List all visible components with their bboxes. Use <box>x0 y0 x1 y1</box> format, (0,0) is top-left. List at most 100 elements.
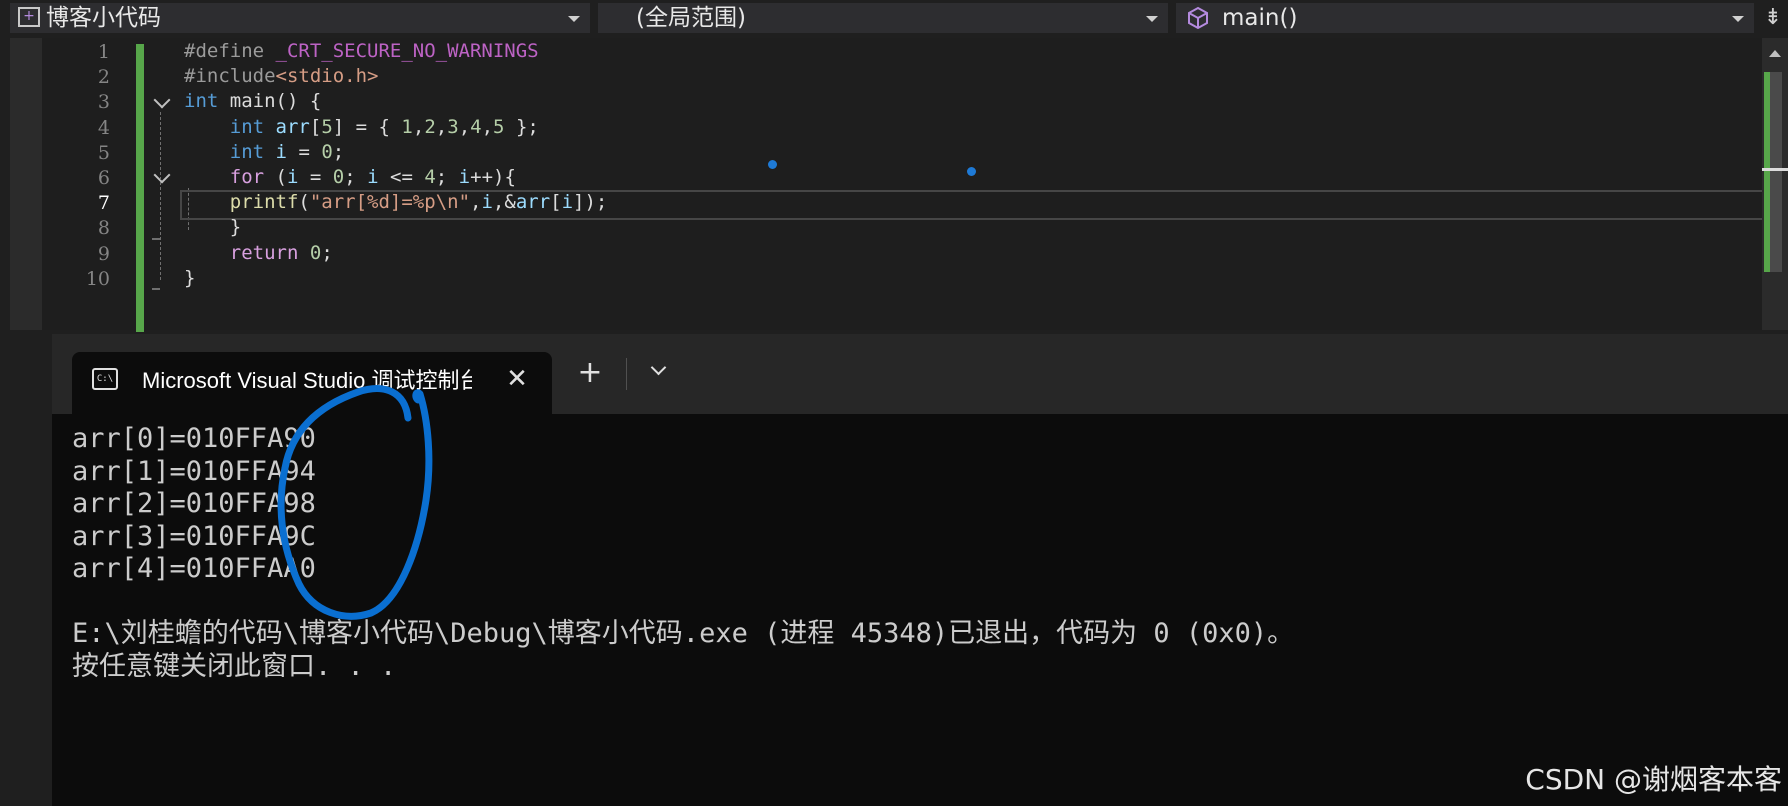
new-tab-button[interactable]: + <box>570 354 610 394</box>
code-token: 5 <box>493 115 505 138</box>
code-token: int <box>184 90 219 113</box>
code-token: ( <box>264 166 287 188</box>
code-line[interactable]: int main() { <box>184 87 321 115</box>
terminal-title-bar: C:\ Microsoft Visual Studio 调试控制台 ✕ + <box>52 334 1788 414</box>
scope-dropdown[interactable]: (全局范围) <box>598 3 1168 33</box>
code-token: 2 <box>424 115 436 138</box>
code-token: #define <box>184 40 276 62</box>
project-name: 博客小代码 <box>46 5 161 31</box>
fold-end-mark <box>152 288 160 290</box>
code-token: <= <box>378 166 425 188</box>
scroll-up-icon[interactable] <box>1769 50 1781 57</box>
code-token: "arr[%d]=%p\n" <box>309 191 471 214</box>
code-token: ]); <box>573 191 608 214</box>
console-output-line: arr[1]=010FFA94 <box>72 455 316 487</box>
chevron-down-icon <box>568 16 580 22</box>
project-dropdown[interactable]: + 博客小代码 <box>10 3 590 33</box>
code-token: i <box>458 166 471 188</box>
code-token: i <box>275 140 287 163</box>
change-tracking-bar <box>136 44 144 332</box>
code-editor[interactable]: 1 2 3 4 5 6 7 8 9 10 #define _CRT_SECURE_NO_WARNI… <box>10 37 1788 332</box>
line-number: 5 <box>97 141 110 164</box>
watermark: CSDN @谢烟客本客 <box>1525 763 1782 796</box>
code-token: arr <box>515 191 551 214</box>
code-token: main() { <box>218 90 322 113</box>
code-token: } <box>184 266 196 289</box>
code-token: i <box>561 191 574 214</box>
code-token: ( <box>298 191 310 214</box>
close-icon[interactable]: ✕ <box>502 364 532 394</box>
console-output-line: arr[3]=010FFA9C <box>72 520 316 552</box>
split-window-icon[interactable]: ⇟ <box>1762 6 1784 30</box>
console-output-line: arr[4]=010FFAA0 <box>72 553 316 584</box>
code-line[interactable]: for (i = 0; i <= 4; i++){ <box>184 163 516 191</box>
code-token: ] = { <box>332 115 402 138</box>
console-tab[interactable]: C:\ Microsoft Visual Studio 调试控制台 ✕ <box>72 352 552 414</box>
structure-guide <box>160 112 161 280</box>
fold-toggle-icon[interactable] <box>153 91 171 109</box>
code-token: _CRT_SECURE_NO_WARNINGS <box>275 40 539 62</box>
editor-margin <box>10 38 42 330</box>
line-number: 9 <box>97 242 110 265</box>
code-token: ; <box>332 140 345 163</box>
titlebar-divider <box>626 358 627 390</box>
code-token: 3 <box>447 115 459 138</box>
fold-toggle-icon[interactable] <box>153 166 171 184</box>
line-number: 2 <box>97 66 110 89</box>
line-number: 1 <box>97 41 110 63</box>
code-token: i <box>367 166 379 188</box>
code-token: 0 <box>309 241 322 264</box>
console-output-line: arr[2]=010FFA98 <box>72 488 316 519</box>
code-line[interactable]: } <box>184 264 195 292</box>
code-token: ++){ <box>470 166 516 188</box>
tab-title: Microsoft Visual Studio 调试控制台 <box>142 368 472 393</box>
code-token: return <box>229 241 299 264</box>
code-line[interactable]: #define _CRT_SECURE_NO_WARNINGS <box>184 37 539 65</box>
function-dropdown[interactable]: main() <box>1176 3 1754 33</box>
function-name: main() <box>1222 5 1298 31</box>
line-number: 3 <box>97 91 110 114</box>
code-line[interactable]: int arr[5] = { 1,2,3,4,5 }; <box>184 113 539 141</box>
annotation-dot <box>768 160 777 169</box>
code-token: = <box>298 166 333 188</box>
code-token: int <box>229 115 265 138</box>
vertical-scrollbar[interactable] <box>1762 38 1788 330</box>
code-line[interactable]: #include<stdio.h> <box>184 62 378 90</box>
code-token: for <box>229 166 265 188</box>
console-output-line: arr[0]=010FFA90 <box>72 423 316 454</box>
code-token: ; <box>344 166 368 188</box>
console-output-line: E:\刘桂蟾的代码\博客小代码\Debug\博客小代码.exe (进程 4534… <box>72 618 1295 649</box>
code-line[interactable]: } <box>184 213 241 241</box>
code-token: , <box>458 115 471 138</box>
code-token: 4 <box>470 115 482 138</box>
code-token: 1 <box>401 115 413 138</box>
code-token: #include <box>184 65 276 88</box>
code-token: = <box>287 140 322 163</box>
line-number: 10 <box>85 267 110 290</box>
line-number: 7 <box>97 192 110 215</box>
code-token: 5 <box>321 115 333 138</box>
annotation-dot <box>967 167 976 176</box>
scrollbar-thumb[interactable] <box>1770 72 1782 272</box>
code-token: i <box>481 191 493 214</box>
code-line[interactable]: return 0; <box>184 239 333 267</box>
tab-dropdown-button[interactable] <box>648 359 670 384</box>
chevron-down-icon <box>1732 16 1744 22</box>
debug-console-window[interactable]: C:\ Microsoft Visual Studio 调试控制台 ✕ + ar… <box>52 334 1788 806</box>
code-line[interactable]: printf("arr[%d]=%p\n",i,&arr[i]); <box>184 188 608 216</box>
code-line[interactable]: int i = 0; <box>184 138 344 166</box>
code-token: , <box>470 191 482 214</box>
fold-end-mark <box>152 238 160 240</box>
chevron-down-icon <box>1146 16 1158 22</box>
code-token: 4 <box>424 166 436 188</box>
code-token: i <box>286 166 299 188</box>
code-token: }; <box>504 115 539 138</box>
console-output-line: 按任意键关闭此窗口. . . <box>72 650 397 682</box>
